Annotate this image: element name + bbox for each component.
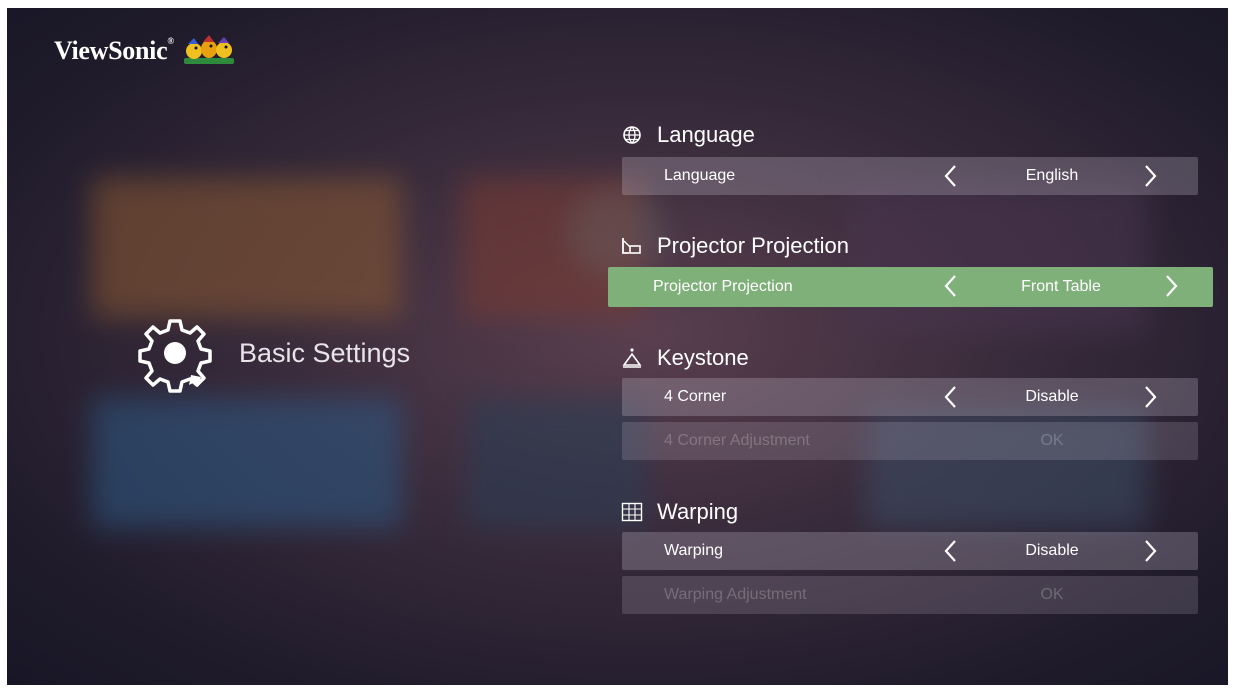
background-tile bbox=[92, 398, 402, 528]
page-header: Basic Settings bbox=[135, 313, 410, 393]
section-warping: Warping bbox=[621, 499, 738, 525]
projector-icon bbox=[621, 235, 643, 257]
row-value: Disable bbox=[1025, 542, 1079, 559]
birds-logo-icon bbox=[183, 35, 234, 64]
brand-logo: ViewSonic® bbox=[54, 34, 238, 68]
chevron-right-icon[interactable] bbox=[1141, 384, 1159, 410]
page-title: Basic Settings bbox=[239, 337, 411, 368]
background-tile bbox=[847, 183, 1147, 333]
section-language: Language bbox=[621, 122, 755, 148]
background-tile bbox=[467, 398, 647, 528]
screen: ViewSonic® Basic Settings Language Langu… bbox=[7, 8, 1228, 685]
section-title: Projector Projection bbox=[657, 233, 849, 258]
chevron-left-icon[interactable] bbox=[942, 384, 960, 410]
section-title: Language bbox=[657, 122, 755, 147]
chevron-right-icon[interactable] bbox=[1141, 163, 1159, 189]
row-value: OK bbox=[1040, 586, 1064, 603]
setting-row-warping-adjustment: Warping Adjustment OK bbox=[622, 576, 1198, 614]
section-keystone: Keystone bbox=[621, 345, 749, 371]
gear-icon bbox=[138, 319, 212, 393]
setting-row-language[interactable]: Language English bbox=[622, 157, 1198, 195]
chevron-left-icon[interactable] bbox=[942, 273, 960, 299]
chevron-right-icon[interactable] bbox=[1141, 538, 1159, 564]
row-label: Language bbox=[664, 167, 736, 184]
grid-icon bbox=[621, 501, 643, 523]
brand-reg: ® bbox=[167, 36, 174, 46]
row-value: Disable bbox=[1025, 388, 1079, 405]
setting-row-projector-projection[interactable]: Projector Projection Front Table bbox=[608, 267, 1213, 307]
section-title: Warping bbox=[657, 499, 739, 524]
background-tile bbox=[92, 178, 402, 318]
section-projection: Projector Projection bbox=[621, 233, 849, 259]
row-value: OK bbox=[1040, 432, 1064, 449]
row-value: English bbox=[1025, 167, 1079, 184]
setting-row-warping[interactable]: Warping Disable bbox=[622, 532, 1198, 570]
row-label: Warping Adjustment bbox=[664, 586, 807, 603]
section-title: Keystone bbox=[657, 345, 749, 370]
chevron-left-icon[interactable] bbox=[942, 538, 960, 564]
setting-row-4-corner-adjustment: 4 Corner Adjustment OK bbox=[622, 422, 1198, 460]
row-label: Projector Projection bbox=[653, 278, 793, 295]
brand-name: ViewSonic bbox=[54, 36, 168, 65]
row-value: Front Table bbox=[1021, 278, 1101, 295]
chevron-left-icon[interactable] bbox=[942, 163, 960, 189]
keystone-icon bbox=[621, 347, 643, 369]
row-label: 4 Corner Adjustment bbox=[664, 432, 810, 449]
row-label: Warping bbox=[664, 542, 723, 559]
setting-row-4-corner[interactable]: 4 Corner Disable bbox=[622, 378, 1198, 416]
globe-icon bbox=[621, 124, 643, 146]
chevron-right-icon[interactable] bbox=[1162, 273, 1180, 299]
row-label: 4 Corner bbox=[664, 388, 727, 405]
